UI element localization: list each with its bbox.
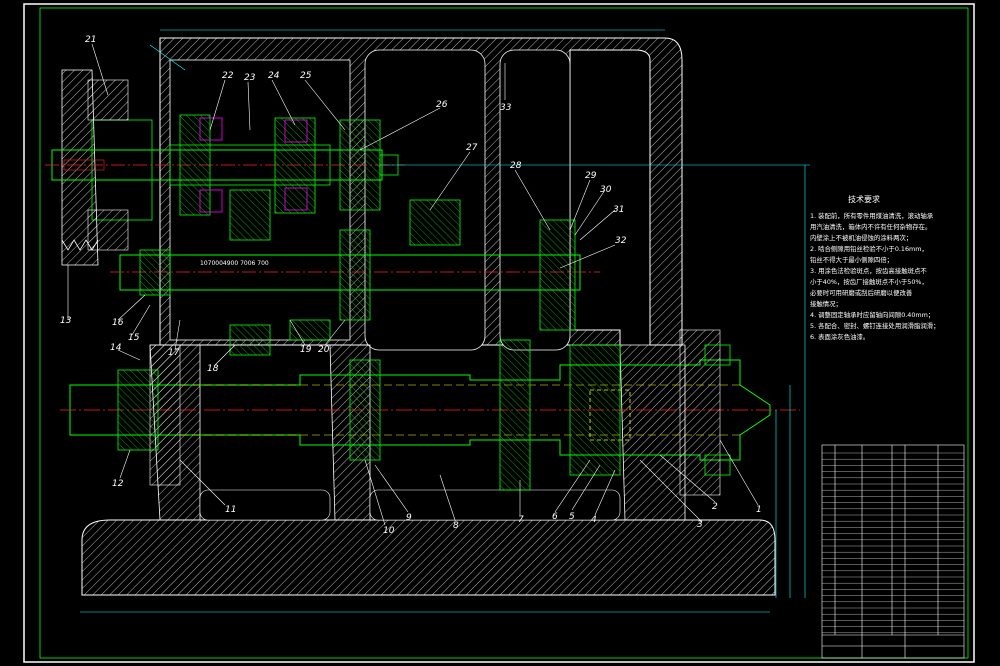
part-label-20: 20 — [318, 345, 330, 355]
part-label-32: 32 — [615, 236, 627, 246]
note-line: 1. 装配前，所有零件用煤油清洗，滚动轴承 — [810, 211, 934, 220]
technical-requirements: 技术要求 1. 装配前，所有零件用煤油清洗，滚动轴承 用汽油清洗，箱体内不许有任… — [810, 194, 940, 341]
part-label-10: 10 — [383, 526, 395, 536]
part-label-24: 24 — [268, 71, 280, 81]
part-label-15: 15 — [128, 333, 140, 343]
part-label-14: 14 — [110, 343, 122, 353]
assembly-drawing: 1070004900 7006 700 21 22 23 24 25 26 33… — [0, 0, 1000, 666]
part-label-31: 31 — [613, 205, 624, 215]
note-line: 必要时可用研磨或刮后研磨以便改善 — [810, 288, 913, 297]
part-label-16: 16 — [112, 318, 124, 328]
part-label-19: 19 — [300, 345, 312, 355]
part-label-18: 18 — [207, 364, 219, 374]
part-label-29: 29 — [585, 171, 597, 181]
part-label-28: 28 — [510, 161, 522, 171]
part-label-7: 7 — [518, 515, 524, 525]
part-label-2: 2 — [712, 502, 718, 512]
note-line: 内壁涂上不被机油侵蚀的涂料两次； — [810, 233, 912, 242]
note-line: 4. 调整固定轴承时应留轴向间隙0.40mm； — [810, 310, 934, 319]
part-label-1: 1 — [756, 505, 762, 515]
part-label-22: 22 — [222, 71, 234, 81]
part-label-25: 25 — [300, 71, 312, 81]
part-label-26: 26 — [436, 100, 448, 110]
note-line: 3. 用涂色法检验斑点，按齿高接触斑点不 — [810, 266, 927, 275]
part-label-33: 33 — [500, 103, 512, 113]
part-label-4: 4 — [591, 515, 597, 525]
note-line: 接触情况； — [810, 299, 842, 308]
part-label-13: 13 — [60, 316, 72, 326]
part-label-11: 11 — [225, 505, 236, 515]
svg-text:1070004900 7006 700: 1070004900 7006 700 — [200, 260, 269, 267]
part-label-12: 12 — [112, 479, 124, 489]
part-label-3: 3 — [697, 520, 703, 530]
part-label-30: 30 — [600, 185, 612, 195]
part-label-27: 27 — [466, 143, 478, 153]
part-label-23: 23 — [244, 73, 256, 83]
part-label-6: 6 — [552, 512, 558, 522]
note-line: 2. 啮合侧隙用铅丝检验不小于0.16mm， — [810, 244, 928, 253]
notes-title: 技术要求 — [848, 194, 880, 204]
note-line: 小于40%，按齿厂接触斑点不小于50%， — [810, 277, 928, 286]
part-label-21: 21 — [85, 35, 96, 45]
part-label-5: 5 — [569, 512, 575, 522]
note-line: 5. 各配合、密封、螺钉连接处用润滑脂润滑； — [810, 321, 940, 330]
note-line: 铅丝不得大于最小侧隙四倍； — [810, 255, 893, 264]
note-line: 用汽油清洗，箱体内不许有任何杂物存在。 — [810, 222, 931, 231]
part-label-17: 17 — [168, 348, 180, 358]
part-label-8: 8 — [453, 521, 459, 531]
note-line: 6. 表面涂灰色油漆。 — [810, 332, 869, 341]
part-label-9: 9 — [406, 513, 412, 523]
